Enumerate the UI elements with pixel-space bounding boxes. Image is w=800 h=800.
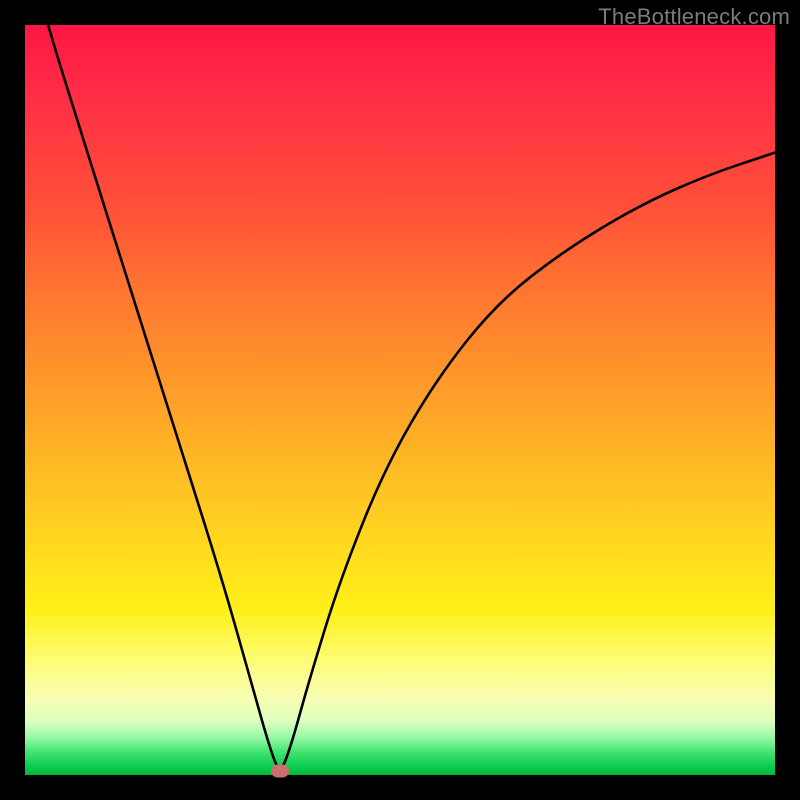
outer-frame: TheBottleneck.com: [0, 0, 800, 800]
balance-marker: [271, 765, 289, 778]
watermark-text: TheBottleneck.com: [598, 4, 790, 30]
plot-area: [25, 25, 775, 775]
